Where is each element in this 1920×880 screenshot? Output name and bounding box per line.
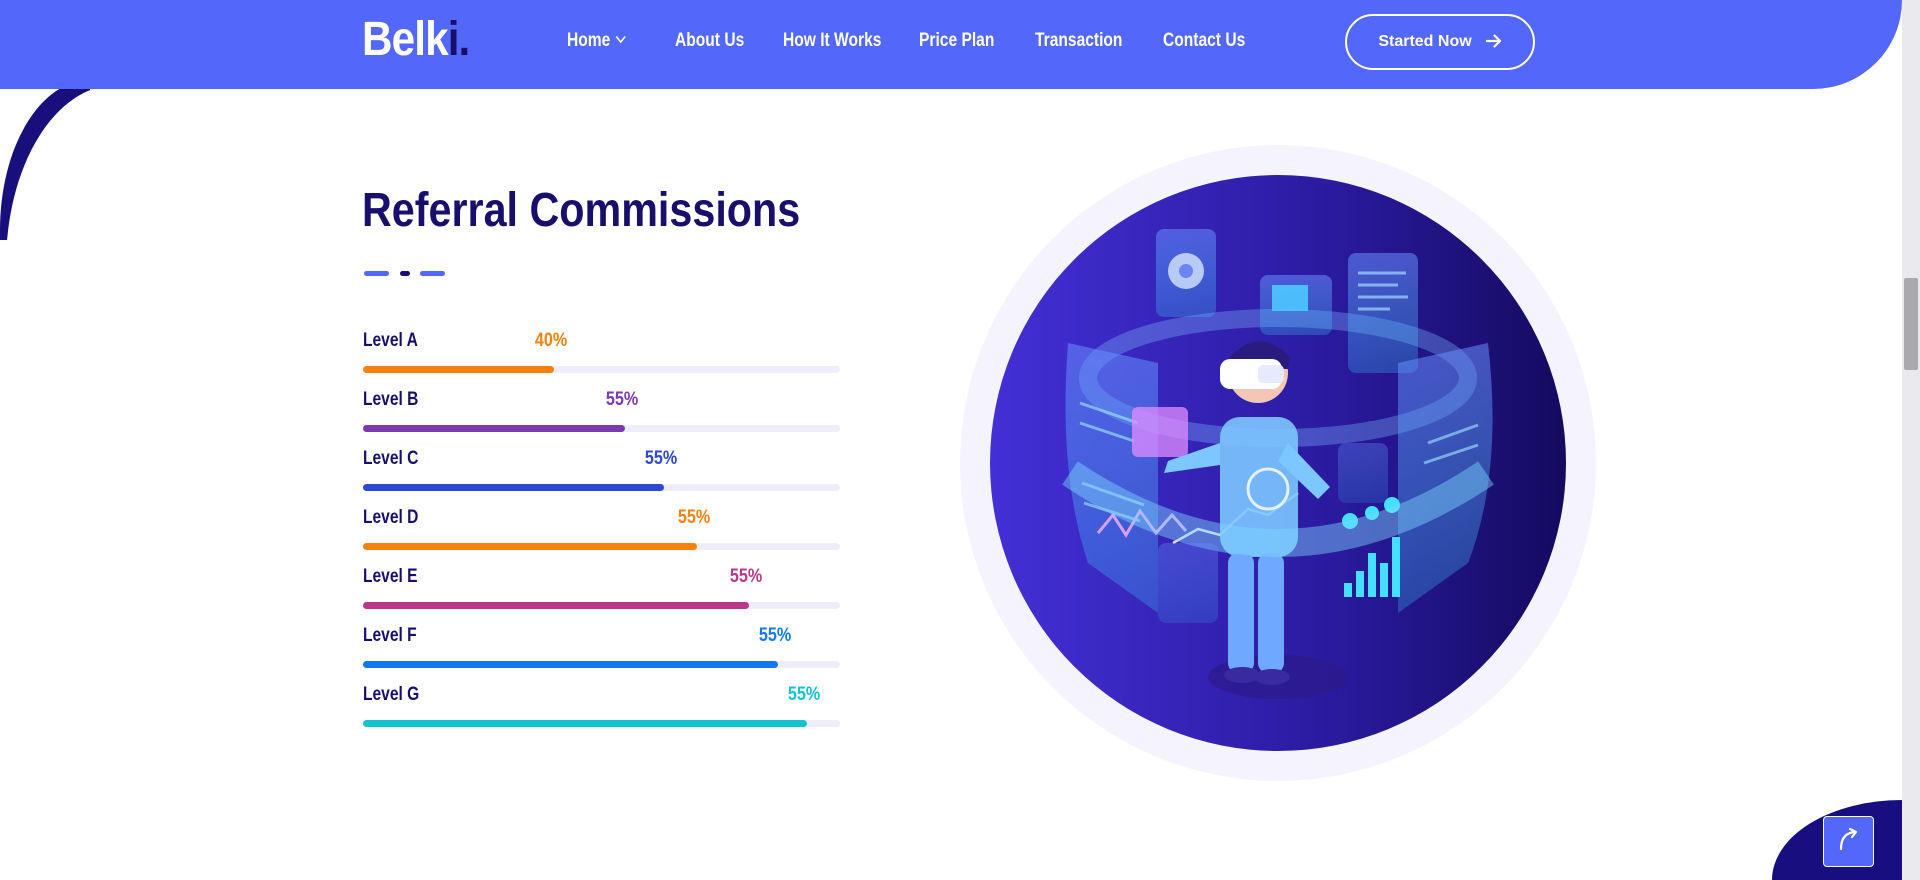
progress-track [363, 366, 840, 373]
level-label: Level G [363, 684, 420, 705]
vr-analytics-illustration [960, 145, 1596, 781]
progress-track [363, 661, 840, 668]
level-label: Level E [363, 566, 418, 587]
progress-track [363, 602, 840, 609]
site-header: Belki. Home About Us How It Works Price … [0, 0, 1902, 89]
nav-about-us[interactable]: About Us [675, 30, 744, 52]
nav-contact-us[interactable]: Contact Us [1163, 30, 1245, 52]
scrollbar-track[interactable] [1902, 0, 1920, 880]
section-title: Referral Commissions [362, 184, 801, 237]
logo-accent: i. [447, 13, 471, 66]
level-row: Level F 55% [363, 625, 840, 684]
nav-home[interactable]: Home [567, 30, 626, 52]
title-divider-dot [400, 271, 410, 276]
level-label: Level F [363, 625, 417, 646]
level-percent: 40% [534, 330, 568, 351]
level-row: Level C 55% [363, 448, 840, 507]
scroll-to-top-button[interactable] [1823, 816, 1874, 867]
level-label: Level C [363, 448, 419, 469]
level-row: Level G 55% [363, 684, 840, 743]
level-row: Level A 40% [363, 330, 840, 389]
started-now-button[interactable]: Started Now [1345, 14, 1535, 70]
level-percent: 55% [605, 389, 639, 410]
logo-text: Belk [362, 13, 449, 66]
level-row: Level B 55% [363, 389, 840, 448]
title-divider-dash [420, 271, 445, 276]
nav-transaction[interactable]: Transaction [1035, 30, 1122, 52]
level-percent: 55% [787, 684, 821, 705]
scroll-to-top-icon [1835, 825, 1863, 858]
level-label: Level B [363, 389, 419, 410]
progress-fill [363, 366, 554, 373]
level-percent: 55% [644, 448, 678, 469]
progress-track [363, 543, 840, 550]
started-now-label: Started Now [1378, 33, 1472, 50]
nav-how-it-works[interactable]: How It Works [783, 30, 881, 52]
commission-levels: Level A 40% Level B 55% Level C 55% Level D 55%… [363, 330, 840, 743]
chevron-down-icon [615, 31, 626, 47]
level-percent: 55% [677, 507, 711, 528]
level-row: Level D 55% [363, 507, 840, 566]
title-divider-dash [364, 271, 389, 276]
progress-track [363, 425, 840, 432]
level-row: Level E 55% [363, 566, 840, 625]
nav-price-plan[interactable]: Price Plan [919, 30, 994, 52]
level-percent: 55% [758, 625, 792, 646]
arrow-right-icon [1485, 32, 1502, 53]
level-label: Level A [363, 330, 418, 351]
progress-fill [363, 720, 807, 727]
nav-home-label: Home [567, 30, 611, 51]
logo[interactable]: Belki. [362, 12, 471, 67]
progress-fill [363, 602, 749, 609]
progress-track [363, 484, 840, 491]
progress-track [363, 720, 840, 727]
decor-left-curve-mask [6, 85, 126, 285]
level-percent: 55% [729, 566, 763, 587]
progress-fill [363, 661, 778, 668]
progress-fill [363, 425, 625, 432]
progress-fill [363, 484, 664, 491]
level-label: Level D [363, 507, 419, 528]
scrollbar-thumb[interactable] [1904, 278, 1918, 370]
progress-fill [363, 543, 697, 550]
decor-right-mask [1862, 530, 1902, 830]
